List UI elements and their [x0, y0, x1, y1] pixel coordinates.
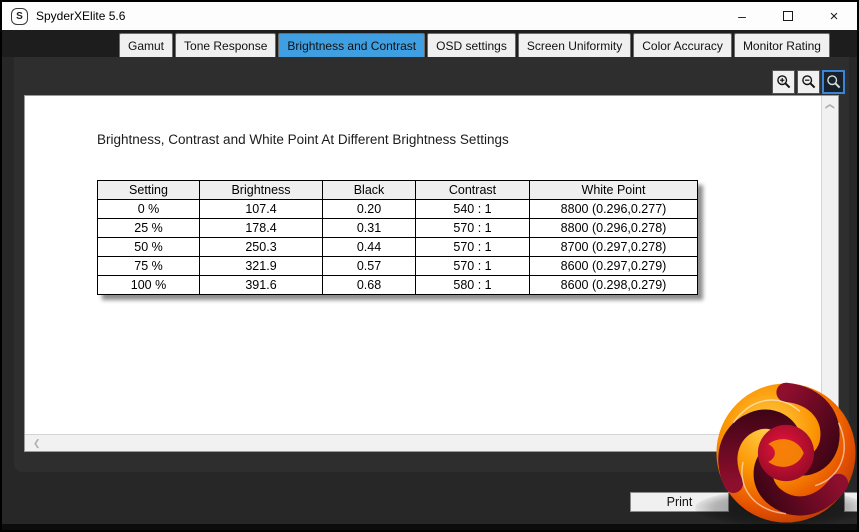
- window-title: SpyderXElite 5.6: [36, 9, 126, 23]
- table-cell: 8700 (0.297,0.278): [529, 237, 698, 257]
- maximize-button[interactable]: [765, 2, 811, 30]
- tab-brightness-and-contrast[interactable]: Brightness and Contrast: [278, 33, 426, 57]
- close-button[interactable]: ×: [811, 2, 857, 30]
- table-cell: 0 %: [97, 199, 200, 219]
- table-row: 100 % 391.6 0.68 580 : 1 8600 (0.298,0.279): [97, 275, 698, 295]
- table-cell: 100 %: [97, 275, 200, 295]
- column-header: Setting: [97, 180, 200, 200]
- table-body: 0 % 107.4 0.20 540 : 1 8800 (0.296,0.277) 25 …: [97, 199, 698, 295]
- tab-tone-response[interactable]: Tone Response: [175, 33, 277, 57]
- magnifier-minus-icon: [801, 75, 815, 89]
- report-title: Brightness, Contrast and White Point At …: [97, 132, 509, 147]
- column-header: White Point: [529, 180, 698, 200]
- table-cell: 8800 (0.296,0.278): [529, 218, 698, 238]
- tab-screen-uniformity[interactable]: Screen Uniformity: [517, 33, 632, 57]
- minimize-button[interactable]: –: [719, 2, 765, 30]
- tab-gamut[interactable]: Gamut: [119, 33, 174, 57]
- magnifier-icon: [826, 75, 840, 89]
- table-cell: 570 : 1: [415, 237, 530, 257]
- tab-osd-settings[interactable]: OSD settings: [427, 33, 516, 57]
- app-icon: S: [11, 7, 28, 25]
- table-cell: 570 : 1: [415, 218, 530, 238]
- table-cell: 107.4: [199, 199, 323, 219]
- chevron-left-icon[interactable]: ❮: [33, 438, 41, 449]
- table-cell: 8800 (0.296,0.277): [529, 199, 698, 219]
- spyder-swirl-logo: [716, 382, 856, 523]
- table-cell: 0.57: [322, 256, 416, 276]
- brightness-contrast-table: Setting Brightness Black Contrast White Poin…: [97, 180, 698, 295]
- window-bottom-edge: [2, 524, 857, 530]
- window-controls: – ×: [719, 2, 857, 30]
- column-header: Contrast: [415, 180, 530, 200]
- magnifier-plus-icon: [776, 75, 790, 89]
- table-cell: 570 : 1: [415, 256, 530, 276]
- table-cell: 8600 (0.298,0.279): [529, 275, 698, 295]
- horizontal-scrollbar[interactable]: ❮: [25, 434, 821, 451]
- table-cell: 321.9: [199, 256, 323, 276]
- table-row: 0 % 107.4 0.20 540 : 1 8800 (0.296,0.277): [97, 199, 698, 219]
- table-cell: 391.6: [199, 275, 323, 295]
- tab-color-accuracy[interactable]: Color Accuracy: [633, 33, 732, 57]
- table-row: 50 % 250.3 0.44 570 : 1 8700 (0.297,0.278): [97, 237, 698, 257]
- table-cell: 178.4: [199, 218, 323, 238]
- column-header: Black: [322, 180, 416, 200]
- table-row: 75 % 321.9 0.57 570 : 1 8600 (0.297,0.279): [97, 256, 698, 276]
- title-bar: S SpyderXElite 5.6 – ×: [2, 2, 857, 30]
- maximize-icon: [783, 11, 793, 21]
- column-header: Brightness: [199, 180, 323, 200]
- table-cell: 75 %: [97, 256, 200, 276]
- table-row: 25 % 178.4 0.31 570 : 1 8800 (0.296,0.278): [97, 218, 698, 238]
- table-cell: 50 %: [97, 237, 200, 257]
- app-window: S SpyderXElite 5.6 – × Gamut Tone Respons…: [0, 0, 859, 532]
- zoom-out-button[interactable]: [797, 70, 820, 94]
- table-cell: 0.20: [322, 199, 416, 219]
- table-cell: 8600 (0.297,0.279): [529, 256, 698, 276]
- table-header-row: Setting Brightness Black Contrast White Poin…: [97, 180, 698, 200]
- zoom-in-button[interactable]: [772, 70, 795, 94]
- tab-monitor-rating[interactable]: Monitor Rating: [733, 33, 830, 57]
- chevron-up-icon[interactable]: ❮: [824, 103, 835, 111]
- table-cell: 540 : 1: [415, 199, 530, 219]
- table-cell: 0.31: [322, 218, 416, 238]
- tab-strip: Gamut Tone Response Brightness and Contras…: [2, 30, 857, 57]
- table-cell: 25 %: [97, 218, 200, 238]
- zoom-reset-button[interactable]: [822, 70, 845, 94]
- table-cell: 0.44: [322, 237, 416, 257]
- table-cell: 580 : 1: [415, 275, 530, 295]
- table-cell: 0.68: [322, 275, 416, 295]
- table-cell: 250.3: [199, 237, 323, 257]
